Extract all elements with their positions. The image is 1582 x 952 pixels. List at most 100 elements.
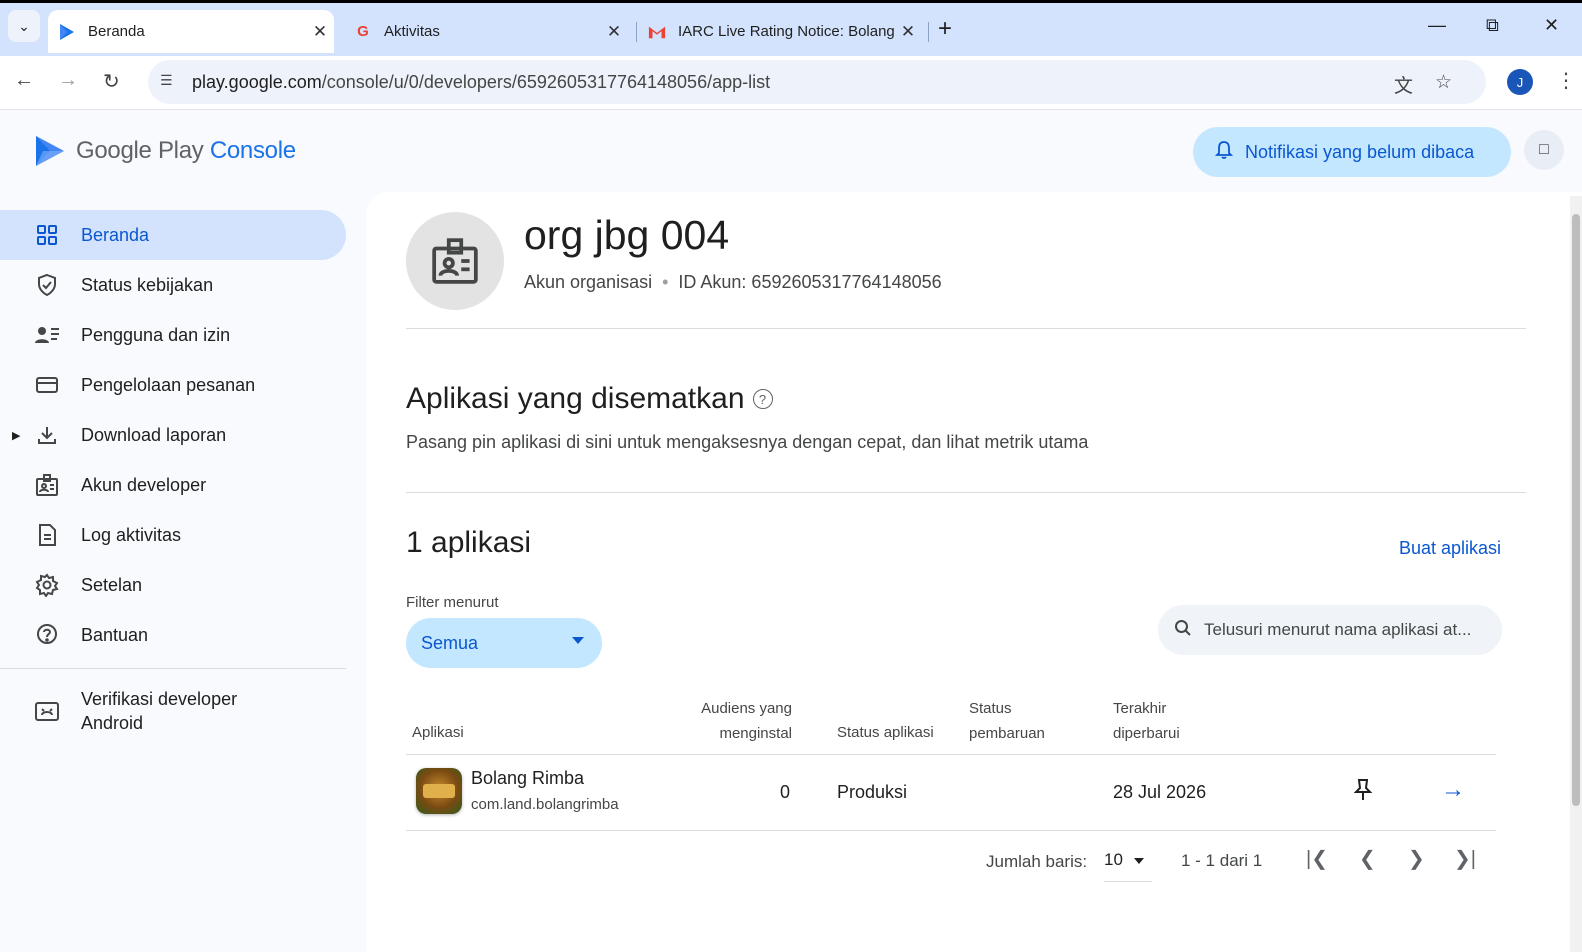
android-verify-icon	[34, 698, 60, 724]
google-icon: G	[357, 23, 369, 40]
account-name: org jbg 004	[524, 212, 730, 258]
sidebar-item-verifikasi-developer[interactable]: Verifikasi developer Android	[0, 679, 346, 743]
page-scrollbar[interactable]	[1570, 196, 1582, 952]
tab-search-button[interactable]: ⌄	[8, 10, 40, 42]
sidebar-item-download-laporan[interactable]: ▶ Download laporan	[0, 410, 346, 460]
tab-title: IARC Live Rating Notice: Bolang	[678, 23, 894, 40]
play-console-logo-icon	[36, 136, 64, 166]
app-count-title: 1 aplikasi	[406, 526, 532, 559]
create-app-link[interactable]: Buat aplikasi	[1399, 538, 1501, 559]
tab-title: Beranda	[88, 23, 145, 40]
logo-console-text: Console	[209, 137, 296, 164]
rows-per-page-label: Jumlah baris:	[986, 852, 1088, 871]
logo-google-play-text: Google Play	[76, 137, 204, 164]
rows-per-page-select[interactable]: 10	[1104, 850, 1152, 882]
gear-icon	[34, 572, 60, 598]
shield-check-icon	[34, 272, 60, 298]
gmail-icon	[648, 23, 666, 41]
bookmark-star-icon[interactable]: ☆	[1435, 71, 1452, 94]
window-close-icon[interactable]: ✕	[1544, 15, 1559, 36]
minimize-icon[interactable]: —	[1428, 15, 1446, 36]
pinned-apps-title: Aplikasi yang disematkan ?	[406, 382, 773, 416]
sidebar-item-label: Beranda	[81, 224, 150, 245]
restore-icon[interactable]: ⧉	[1486, 15, 1499, 36]
sidebar-item-pengelolaan-pesanan[interactable]: Pengelolaan pesanan	[0, 360, 346, 410]
id-badge-icon	[34, 472, 60, 498]
app-icon-sign	[423, 784, 455, 798]
back-icon[interactable]: ←	[14, 69, 34, 92]
sidebar-nav: Beranda Status kebijakan Pengguna dan iz…	[0, 210, 346, 743]
close-icon[interactable]: ✕	[306, 22, 334, 42]
sidebar-item-label: Akun developer	[81, 474, 207, 495]
next-page-icon[interactable]: ❯	[1408, 846, 1425, 871]
column-header-last-updated[interactable]: Terakhir diperbarui	[1113, 696, 1180, 746]
pin-icon[interactable]	[1353, 778, 1373, 808]
filter-dropdown[interactable]: Semua	[406, 618, 602, 668]
new-tab-button[interactable]: +	[938, 15, 952, 43]
app-search-input[interactable]: Telusuri menurut nama aplikasi at...	[1158, 605, 1502, 655]
first-page-icon[interactable]: |❮	[1306, 846, 1328, 871]
table-row-divider	[406, 830, 1496, 831]
close-icon[interactable]: ✕	[894, 22, 922, 42]
chevron-down-icon: ⌄	[18, 17, 30, 34]
filter-value: Semua	[421, 632, 479, 653]
account-avatar	[406, 212, 504, 310]
main-content: org jbg 004 Akun organisasi • ID Akun: 659…	[366, 192, 1582, 952]
help-icon	[34, 622, 60, 648]
sidebar-item-beranda[interactable]: Beranda	[0, 210, 346, 260]
tab-separator	[636, 22, 637, 42]
arrow-right-icon[interactable]: →	[1441, 776, 1465, 804]
sidebar-item-pengguna[interactable]: Pengguna dan izin	[0, 310, 346, 360]
sidebar-item-label: Verifikasi developer Android	[81, 688, 238, 733]
reload-icon[interactable]: ↻	[103, 69, 120, 94]
translate-icon[interactable]: 文	[1394, 71, 1413, 98]
table-header-divider	[406, 754, 1496, 755]
credit-card-icon	[34, 372, 60, 398]
help-circle-icon[interactable]: ?	[752, 389, 773, 409]
sidebar-item-log-aktivitas[interactable]: Log aktivitas	[0, 510, 346, 560]
previous-page-icon[interactable]: ❮	[1359, 846, 1376, 871]
app-installs: 0	[780, 782, 791, 802]
column-header-app: Aplikasi	[412, 724, 464, 741]
developer-account-button[interactable]: □	[1524, 130, 1564, 170]
profile-avatar[interactable]: J	[1507, 69, 1533, 95]
expand-arrow-icon[interactable]: ▶	[12, 429, 20, 442]
close-icon[interactable]: ✕	[600, 22, 628, 42]
column-header-app-status: Status aplikasi	[837, 724, 934, 741]
sidebar-item-label: Status kebijakan	[81, 274, 214, 295]
app-package: com.land.bolangrimba	[471, 796, 619, 813]
column-header-installs[interactable]: Audiens yang menginstal	[682, 696, 792, 746]
site-info-icon[interactable]: ☰	[160, 72, 180, 92]
dropdown-arrow-icon	[572, 637, 584, 644]
dropdown-arrow-icon	[1134, 858, 1144, 864]
tab-aktivitas[interactable]: G Aktivitas ✕	[352, 10, 628, 53]
sidebar-item-label: Pengguna dan izin	[81, 324, 231, 345]
bell-icon	[1214, 140, 1234, 165]
browser-toolbar: ← → ↻ ☰ play.google.com/console/u/0/deve…	[0, 56, 1582, 110]
browser-menu-icon[interactable]: ⋮	[1556, 68, 1576, 93]
url-text[interactable]: play.google.com/console/u/0/developers/6…	[192, 72, 770, 93]
sidebar-divider	[0, 668, 346, 669]
sidebar-item-setelan[interactable]: Setelan	[0, 560, 346, 610]
sidebar-item-bantuan[interactable]: Bantuan	[0, 610, 346, 660]
id-badge-icon: □	[1539, 141, 1549, 158]
sidebar-item-status-kebijakan[interactable]: Status kebijakan	[0, 260, 346, 310]
unread-notifications-button[interactable]: Notifikasi yang belum dibaca	[1193, 127, 1511, 177]
divider	[406, 328, 1526, 329]
address-bar[interactable]: ☰ play.google.com/console/u/0/developers…	[148, 60, 1486, 104]
tab-iarc-notice[interactable]: IARC Live Rating Notice: Bolang ✕	[648, 10, 922, 53]
tab-title: Aktivitas	[384, 23, 440, 40]
column-header-update-status: Status pembaruan	[969, 700, 1045, 742]
scrollbar-thumb[interactable]	[1572, 214, 1580, 806]
app-icon	[416, 768, 462, 814]
app-name[interactable]: Bolang Rimba	[471, 768, 584, 789]
search-icon	[1174, 619, 1192, 642]
search-placeholder: Telusuri menurut nama aplikasi at...	[1204, 620, 1472, 639]
last-page-icon[interactable]: ❯|	[1454, 846, 1476, 871]
forward-icon[interactable]: →	[58, 69, 78, 92]
tab-beranda[interactable]: Beranda ✕	[48, 10, 334, 53]
separator-dot: •	[662, 272, 669, 292]
tab-separator	[928, 22, 929, 42]
sidebar-item-akun-developer[interactable]: Akun developer	[0, 460, 346, 510]
google-play-console-logo[interactable]: Google Play Console	[34, 134, 296, 168]
